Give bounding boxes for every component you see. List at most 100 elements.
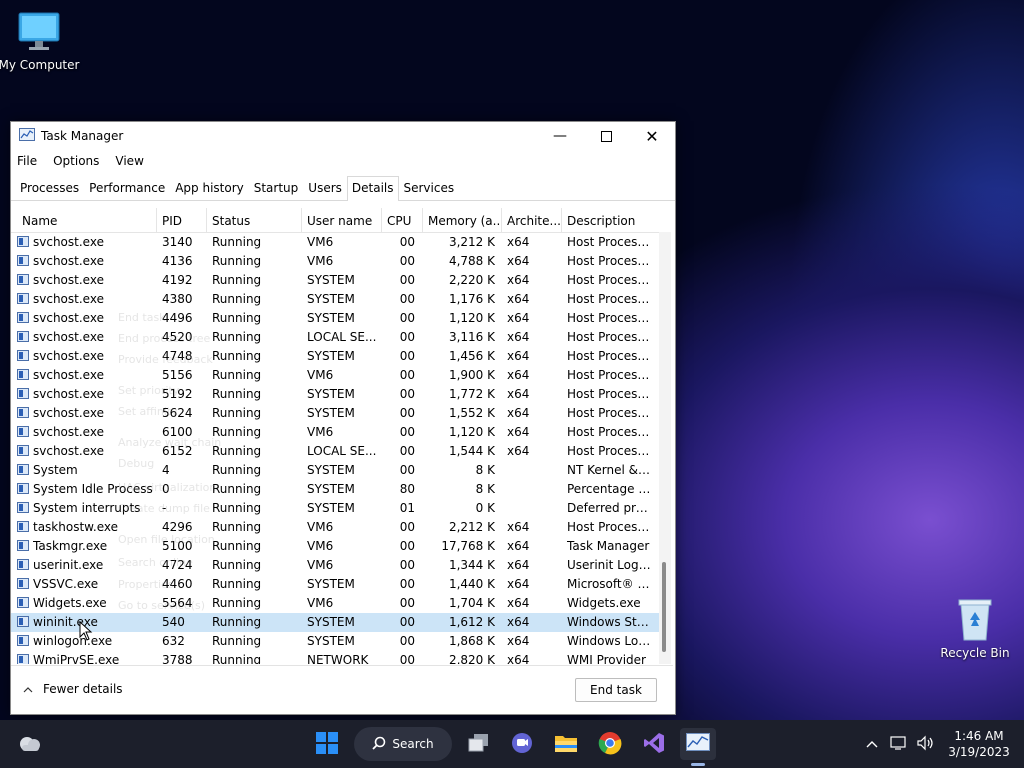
- column-header-pid[interactable]: PID: [157, 208, 207, 232]
- table-row[interactable]: svchost.exe 4136 Running VM6 00 4,788 K x64 Hos…: [11, 252, 659, 271]
- start-button[interactable]: [311, 728, 343, 760]
- cell-status: Running: [212, 634, 262, 648]
- scrollbar-thumb[interactable]: [662, 562, 666, 652]
- cell-status: Running: [212, 406, 262, 420]
- tab-details[interactable]: Details: [346, 176, 399, 201]
- clock-time: 1:46 AM: [954, 729, 1004, 743]
- desktop-icon-recycle-bin[interactable]: Recycle Bin: [930, 596, 1020, 660]
- cell-user-name: SYSTEM: [307, 501, 355, 515]
- cell-user-name: VM6: [307, 254, 334, 268]
- cell-cpu: 00: [399, 292, 415, 306]
- cell-description: Host Process ...: [567, 368, 653, 382]
- menu-file[interactable]: File: [17, 154, 37, 168]
- task-view-button[interactable]: [463, 728, 495, 760]
- cell-architecture: x64: [507, 539, 530, 553]
- cell-memory: 0 K: [475, 501, 495, 515]
- volume-icon[interactable]: [916, 735, 934, 754]
- cell-user-name: SYSTEM: [307, 387, 355, 401]
- chevron-up-icon: [23, 682, 33, 696]
- cell-architecture: x64: [507, 653, 530, 664]
- table-row[interactable]: svchost.exe 4192 Running SYSTEM 00 2,220 K x64…: [11, 271, 659, 290]
- taskbar-search-button[interactable]: Search: [354, 727, 452, 761]
- table-row[interactable]: svchost.exe 4496 Running SYSTEM 00 1,120 Kx64…: [11, 309, 659, 328]
- cell-description: NT Kernel & S...: [567, 463, 653, 477]
- visual-studio-button[interactable]: [638, 728, 670, 760]
- file-explorer-button[interactable]: [550, 728, 582, 760]
- table-row[interactable]: System 4 Running SYSTEM 00 8 K NT Kernel & S..…: [11, 461, 659, 480]
- cell-description: Host Process ...: [567, 349, 653, 363]
- table-row[interactable]: svchost.exe 6100 Running VM6 00 1,120 Kx64 Hos…: [11, 423, 659, 442]
- cell-cpu: 00: [399, 539, 415, 553]
- column-header-memory[interactable]: Memory (a...: [423, 208, 502, 232]
- cell-description: Microsoft® V...: [567, 577, 653, 591]
- table-row[interactable]: Widgets.exe 5564 Running VM6 00 1,704 Kx64 Wid…: [11, 594, 659, 613]
- clock[interactable]: 1:46 AM 3/19/2023: [944, 728, 1014, 760]
- menu-options[interactable]: Options: [53, 154, 99, 168]
- cell-pid: 4: [162, 463, 170, 477]
- close-icon: ✕: [645, 126, 659, 146]
- cell-architecture: x64: [507, 349, 530, 363]
- table-row[interactable]: svchost.exe 5192 Running SYSTEM 00 1,772 Kx64…: [11, 385, 659, 404]
- chat-icon: [511, 732, 533, 757]
- process-icon: [17, 616, 29, 627]
- tab-startup[interactable]: Startup: [249, 176, 304, 200]
- table-row[interactable]: svchost.exe 5624 Running SYSTEM 00 1,552 Kx64…: [11, 404, 659, 423]
- maximize-button[interactable]: [583, 122, 629, 150]
- chrome-button[interactable]: [594, 728, 626, 760]
- tab-performance[interactable]: Performance: [84, 176, 170, 200]
- tab-app-history[interactable]: App history: [170, 176, 249, 200]
- widgets-button[interactable]: [14, 728, 46, 760]
- window-title: Task Manager: [41, 129, 124, 143]
- column-header-user-name[interactable]: User name: [302, 208, 382, 232]
- table-row[interactable]: svchost.exe 6152 Running LOCAL SE... 00 1,544…: [11, 442, 659, 461]
- title-bar[interactable]: Task Manager — ✕: [11, 122, 675, 150]
- table-row[interactable]: WmiPrvSE.exe 3788 Running NETWORK 00 2,820 K x…: [11, 651, 659, 664]
- cell-cpu: 00: [399, 387, 415, 401]
- faded-menu-item: Provide feedback: [118, 353, 213, 366]
- table-row[interactable]: svchost.exe 5156 Running VM6 00 1,900 K x64 Hos…: [11, 366, 659, 385]
- column-header-description[interactable]: Description: [562, 208, 659, 232]
- column-header-status[interactable]: Status: [207, 208, 302, 232]
- chevron-up-icon[interactable]: [866, 737, 878, 751]
- desktop-icon-my-computer[interactable]: My Computer: [0, 10, 84, 72]
- faded-menu-item: Search online: [118, 556, 193, 569]
- table-header: Name ^ PID Status User name CPU Memory (…: [11, 208, 659, 233]
- task-manager-taskbar-button[interactable]: [680, 728, 716, 766]
- table-row[interactable]: svchost.exe 4380 Running SYSTEM 00 1,176 K x64…: [11, 290, 659, 309]
- column-header-architecture[interactable]: Archite...: [502, 208, 562, 232]
- tab-users[interactable]: Users: [303, 176, 347, 200]
- table-row[interactable]: svchost.exe 4520 Running LOCAL SE... 00 3,116…: [11, 328, 659, 347]
- tab-services[interactable]: Services: [399, 176, 460, 200]
- footer-bar: Fewer details End task: [11, 665, 673, 714]
- table-row[interactable]: wininit.exe 540 Running SYSTEM 00 1,612 K x64 W…: [11, 613, 659, 632]
- table-row[interactable]: userinit.exe 4724 Running VM6 00 1,344 Kx64 Us…: [11, 556, 659, 575]
- minimize-icon: —: [553, 128, 567, 144]
- table-row[interactable]: System Idle Process 0 Running SYSTEM 80 8 K Pe…: [11, 480, 659, 499]
- cell-memory: 1,900 K: [448, 368, 495, 382]
- column-header-cpu[interactable]: CPU: [382, 208, 423, 232]
- menu-view[interactable]: View: [115, 154, 143, 168]
- table-row[interactable]: taskhostw.exe 4296 Running VM6 00 2,212 Kx64 H…: [11, 518, 659, 537]
- table-row[interactable]: VSSVC.exe 4460 Running SYSTEM 00 1,440 Kx64 Mi…: [11, 575, 659, 594]
- cell-status: Running: [212, 368, 262, 382]
- table-row[interactable]: svchost.exe 4748 Running SYSTEM 00 1,456 Kx64…: [11, 347, 659, 366]
- tab-processes[interactable]: Processes: [15, 176, 84, 200]
- table-row[interactable]: System interrupts - Running SYSTEM 01 0 K Defe…: [11, 499, 659, 518]
- cell-cpu: 00: [399, 349, 415, 363]
- end-task-button[interactable]: End task: [575, 678, 657, 702]
- process-icon: [17, 369, 29, 380]
- table-row[interactable]: svchost.exe 3140 Running VM6 00 3,212 K x64 Hos…: [11, 233, 659, 252]
- network-icon[interactable]: [890, 735, 908, 754]
- cell-cpu: 00: [399, 558, 415, 572]
- teams-chat-button[interactable]: [506, 728, 538, 760]
- cell-description: Windows Log...: [567, 634, 653, 648]
- fewer-details-toggle[interactable]: Fewer details: [23, 682, 123, 696]
- close-button[interactable]: ✕: [629, 122, 675, 150]
- cell-user-name: NETWORK: [307, 653, 369, 664]
- table-row[interactable]: winlogon.exe 632 Running SYSTEM 00 1,868 K x64…: [11, 632, 659, 651]
- minimize-button[interactable]: —: [537, 122, 583, 150]
- cell-cpu: 00: [399, 273, 415, 287]
- table-row[interactable]: Taskmgr.exe 5100 Running VM6 00 17,768 Kx64 Ta…: [11, 537, 659, 556]
- vertical-scrollbar[interactable]: [659, 232, 671, 664]
- cell-cpu: 00: [399, 463, 415, 477]
